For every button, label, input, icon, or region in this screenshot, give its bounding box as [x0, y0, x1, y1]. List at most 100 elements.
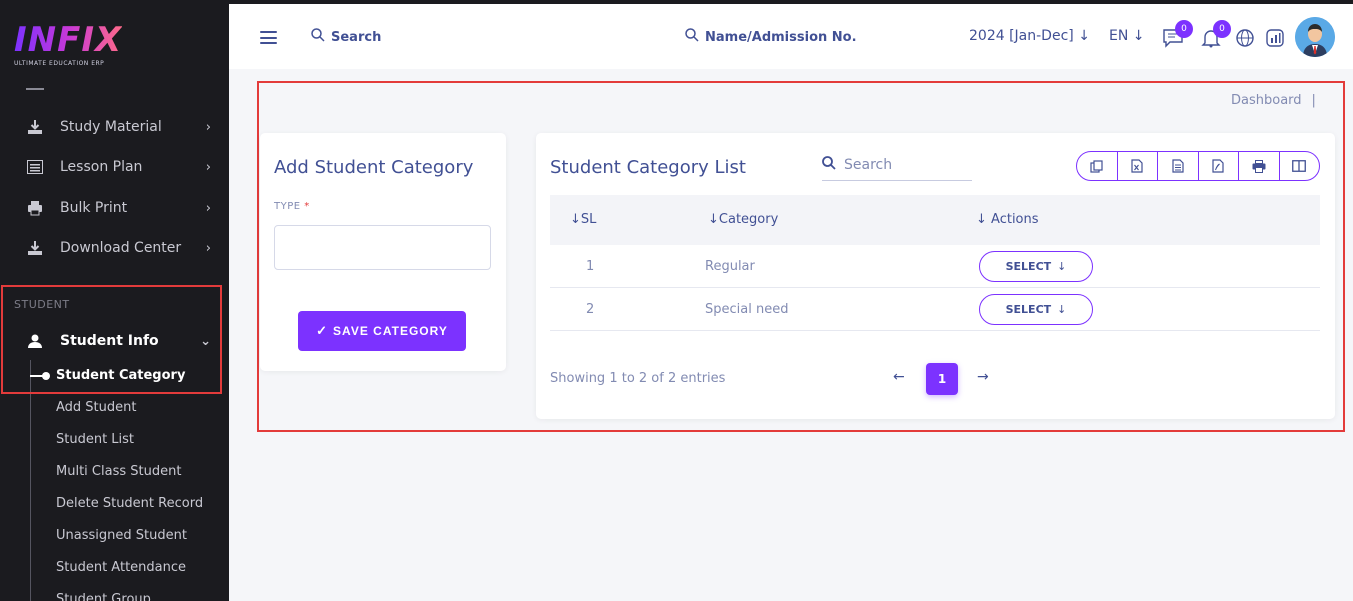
- sidebar-subitem-student-group[interactable]: Student Group: [56, 592, 151, 601]
- sidebar-item-bulk-print[interactable]: Bulk Print ›: [0, 188, 229, 228]
- messages-icon[interactable]: 0: [1161, 20, 1193, 50]
- save-category-label: SAVE CATEGORY: [333, 324, 448, 338]
- globe-icon[interactable]: [1233, 26, 1257, 50]
- column-label: Category: [718, 212, 779, 227]
- chevron-right-icon: ›: [205, 119, 211, 135]
- search-icon: [685, 28, 699, 46]
- breadcrumb-separator: |: [1311, 93, 1316, 108]
- column-header-sl[interactable]: ↓SL: [570, 212, 596, 227]
- search-icon: [311, 28, 325, 46]
- sidebar-subitem-student-attendance[interactable]: Student Attendance: [56, 560, 186, 575]
- category-list-card: Student Category List Search ↓SL ↓Catego…: [536, 133, 1335, 419]
- select-action-button[interactable]: SELECT ↓: [979, 251, 1093, 282]
- sidebar: INFIX ULTIMATE EDUCATION ERP Study Mater…: [0, 0, 229, 601]
- excel-icon[interactable]: [1118, 152, 1158, 180]
- column-label: SL: [580, 212, 597, 227]
- sidebar-subitem-student-list[interactable]: Student List: [56, 432, 134, 447]
- table-header: ↓SL ↓Category ↓ Actions: [550, 195, 1320, 245]
- chart-icon[interactable]: [1263, 26, 1287, 50]
- category-list-title: Student Category List: [550, 157, 746, 178]
- list-search-input[interactable]: Search: [822, 149, 972, 181]
- notifications-icon[interactable]: 0: [1199, 20, 1231, 50]
- select-label: SELECT: [1005, 260, 1052, 273]
- showing-entries-text: Showing 1 to 2 of 2 entries: [550, 371, 726, 386]
- save-category-button[interactable]: ✓ SAVE CATEGORY: [298, 311, 466, 351]
- chevron-right-icon: ›: [205, 240, 211, 256]
- header-search-label: Search: [331, 29, 382, 45]
- chevron-right-icon: ›: [205, 200, 211, 216]
- csv-icon[interactable]: [1158, 152, 1199, 180]
- arrow-down-icon: ↓: [1057, 260, 1067, 273]
- logo-tagline: ULTIMATE EDUCATION ERP: [14, 60, 105, 67]
- list-icon: [25, 157, 45, 177]
- previous-page-icon[interactable]: ←: [893, 369, 905, 385]
- cell-category: Special need: [705, 302, 789, 317]
- copy-icon[interactable]: [1077, 152, 1118, 180]
- column-label: Actions: [991, 212, 1039, 227]
- notifications-badge: 0: [1213, 20, 1231, 38]
- table-row: 2 Special need SELECT ↓: [550, 288, 1320, 331]
- cell-sl: 2: [586, 302, 595, 317]
- next-page-icon[interactable]: →: [977, 369, 989, 385]
- type-label-text: TYPE: [274, 201, 301, 212]
- page-number-button[interactable]: 1: [926, 363, 958, 395]
- highlight-box: [1, 285, 222, 394]
- admission-search-label: Name/Admission No.: [705, 29, 857, 45]
- arrow-down-icon: ↓: [1078, 28, 1090, 44]
- language-value: EN: [1109, 28, 1129, 44]
- header: Search Name/Admission No. 2024 [Jan-Dec]…: [229, 4, 1353, 69]
- list-search-placeholder: Search: [844, 156, 893, 173]
- cell-sl: 1: [586, 259, 595, 274]
- add-category-title: Add Student Category: [274, 157, 474, 178]
- sidebar-subitem-multi-class-student[interactable]: Multi Class Student: [56, 464, 181, 479]
- breadcrumb-dashboard[interactable]: Dashboard: [1231, 93, 1302, 108]
- printer-icon: [25, 198, 45, 218]
- add-category-card: Add Student Category TYPE * ✓ SAVE CATEG…: [260, 133, 506, 371]
- download-icon: [25, 117, 45, 137]
- sidebar-item-label: Bulk Print: [60, 200, 128, 216]
- sidebar-item-download-center[interactable]: Download Center ›: [0, 228, 229, 268]
- arrow-down-icon: ↓: [1132, 28, 1145, 44]
- sidebar-subitem-delete-student-record[interactable]: Delete Student Record: [56, 496, 203, 511]
- sort-arrow-icon: ↓: [708, 212, 719, 227]
- cell-category: Regular: [705, 259, 755, 274]
- download-icon: [25, 238, 45, 258]
- breadcrumb: Dashboard |: [1231, 93, 1316, 108]
- sidebar-subitem-add-student[interactable]: Add Student: [56, 400, 136, 415]
- columns-icon[interactable]: [1280, 152, 1320, 180]
- session-select[interactable]: 2024 [Jan-Dec] ↓: [969, 28, 1090, 44]
- select-action-button[interactable]: SELECT ↓: [979, 294, 1093, 325]
- sidebar-item-label: Lesson Plan: [60, 159, 143, 175]
- sidebar-item-study-material[interactable]: Study Material ›: [0, 107, 229, 147]
- type-label: TYPE *: [274, 201, 310, 212]
- required-marker: *: [304, 201, 310, 212]
- type-input[interactable]: [274, 225, 491, 270]
- arrow-down-icon: ↓: [1057, 303, 1067, 316]
- print-icon[interactable]: [1239, 152, 1280, 180]
- sidebar-item-label: Download Center: [60, 240, 182, 256]
- column-header-actions[interactable]: ↓ Actions: [976, 212, 1039, 227]
- logo-text: INFIX: [14, 20, 123, 60]
- table-row: 1 Regular SELECT ↓: [550, 245, 1320, 288]
- sort-arrow-icon: ↓: [570, 212, 581, 227]
- tree-line: [30, 360, 31, 601]
- export-buttons: [1076, 151, 1320, 181]
- select-label: SELECT: [1005, 303, 1052, 316]
- column-header-category[interactable]: ↓Category: [708, 212, 778, 227]
- check-icon: ✓: [316, 323, 329, 338]
- chevron-right-icon: ›: [205, 159, 211, 175]
- sort-arrow-icon: ↓: [976, 212, 992, 227]
- pdf-icon[interactable]: [1199, 152, 1239, 180]
- sidebar-item-lesson-plan[interactable]: Lesson Plan ›: [0, 147, 229, 187]
- partial-menu-icon: [26, 80, 44, 90]
- header-search[interactable]: Search: [311, 28, 381, 46]
- menu-toggle-icon[interactable]: [260, 31, 277, 44]
- app-logo[interactable]: INFIX ULTIMATE EDUCATION ERP: [14, 22, 122, 67]
- language-select[interactable]: EN ↓: [1109, 28, 1145, 44]
- search-icon: [822, 155, 836, 174]
- admission-search[interactable]: Name/Admission No.: [685, 28, 857, 46]
- sidebar-item-label: Study Material: [60, 119, 162, 135]
- sidebar-subitem-unassigned-student[interactable]: Unassigned Student: [56, 528, 187, 543]
- session-value: 2024 [Jan-Dec]: [969, 28, 1074, 44]
- avatar[interactable]: [1295, 17, 1335, 57]
